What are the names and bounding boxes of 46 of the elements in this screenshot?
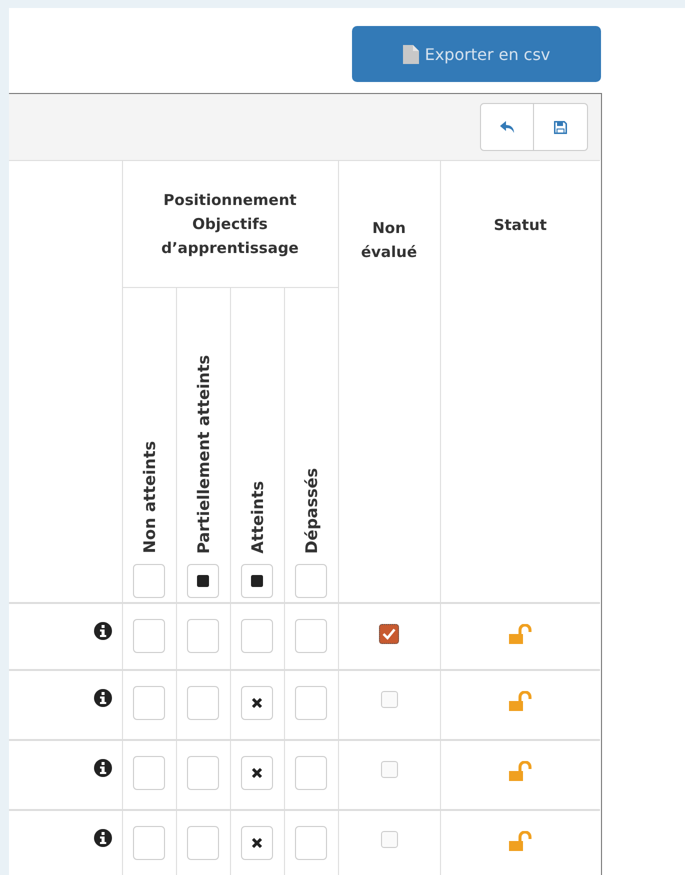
column-filter-checkbox[interactable]: [133, 564, 165, 598]
unlocked-padlock-icon[interactable]: [508, 624, 532, 644]
column-header: Non évalué: [360, 218, 418, 263]
level-checkbox[interactable]: [241, 618, 273, 652]
column-group-header: Positionnement Objectifs d’apprentissage: [161, 191, 299, 257]
level-checkbox[interactable]: [295, 686, 327, 720]
info-icon[interactable]: [94, 758, 112, 776]
export-csv-button[interactable]: Exporter en csv: [352, 26, 601, 82]
checkbox[interactable]: [379, 624, 399, 644]
level-checkbox[interactable]: [187, 826, 219, 860]
level-checkbox[interactable]: [241, 686, 273, 720]
undo-button[interactable]: [480, 103, 534, 151]
unlocked-padlock-icon[interactable]: [508, 760, 532, 780]
level-checkbox[interactable]: [295, 756, 327, 790]
unlocked-padlock-icon[interactable]: [508, 830, 532, 850]
column-filter-checkbox[interactable]: [241, 564, 273, 598]
cross-icon: [251, 836, 263, 848]
file-icon: [402, 44, 419, 64]
info-icon[interactable]: [94, 688, 112, 706]
undo-icon: [500, 121, 514, 133]
column-header: Atteints: [248, 480, 266, 554]
save-icon: [554, 120, 567, 134]
column-header: Statut: [494, 216, 547, 234]
level-checkbox[interactable]: [187, 686, 219, 720]
info-icon[interactable]: [94, 828, 112, 846]
level-checkbox[interactable]: [187, 618, 219, 652]
column-header: Dépassés: [302, 468, 320, 554]
column-header: Partiellement atteints: [194, 354, 212, 554]
save-button[interactable]: [534, 103, 588, 151]
level-checkbox[interactable]: [133, 686, 165, 720]
unlocked-padlock-icon[interactable]: [508, 690, 532, 710]
level-checkbox[interactable]: [241, 826, 273, 860]
level-checkbox[interactable]: [295, 618, 327, 652]
cross-icon: [251, 696, 263, 708]
column-filter-checkbox[interactable]: [187, 564, 219, 598]
cross-icon: [251, 766, 263, 778]
level-checkbox[interactable]: [187, 756, 219, 790]
level-checkbox[interactable]: [133, 618, 165, 652]
column-filter-checkbox[interactable]: [295, 564, 327, 598]
level-checkbox[interactable]: [133, 826, 165, 860]
level-checkbox[interactable]: [241, 756, 273, 790]
checkmark-icon: [382, 628, 396, 640]
level-checkbox[interactable]: [295, 826, 327, 860]
info-icon[interactable]: [94, 622, 112, 640]
column-header: Non atteints: [140, 441, 158, 554]
level-checkbox[interactable]: [133, 756, 165, 790]
